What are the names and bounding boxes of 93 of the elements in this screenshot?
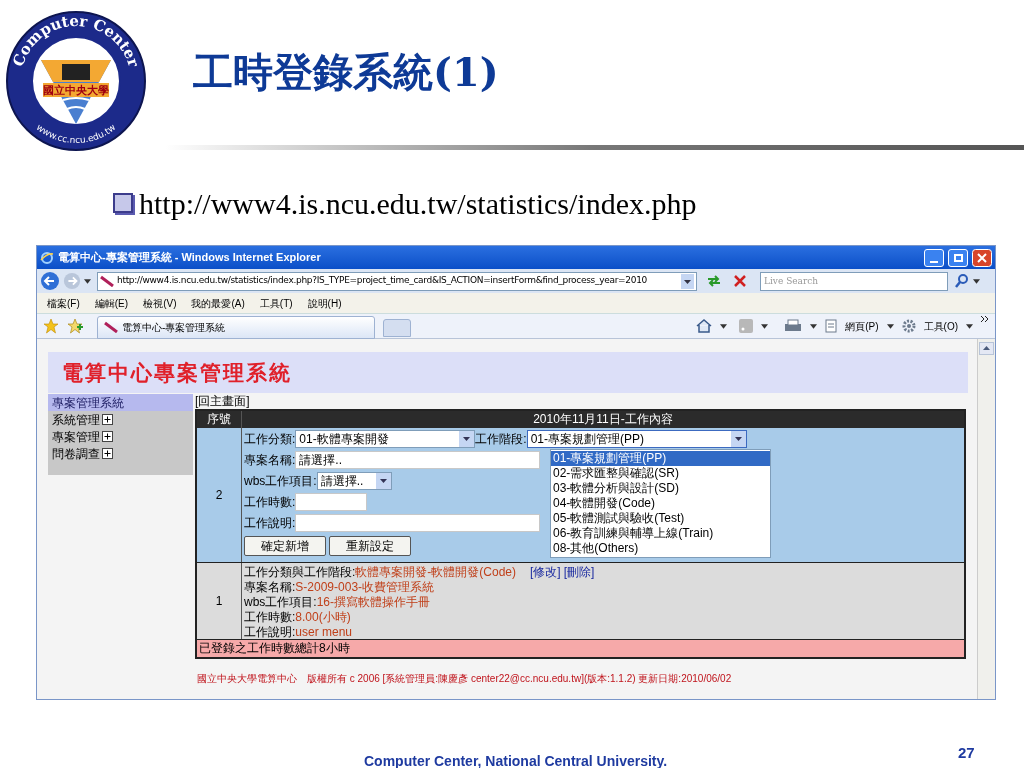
select-field[interactable]: 01-專案規劃管理(PP) (526, 430, 747, 448)
maximize-button[interactable] (948, 248, 968, 267)
menu-item[interactable]: 說明(H) (307, 295, 342, 311)
caret-icon[interactable] (84, 278, 91, 284)
scroll-up-button[interactable] (979, 342, 994, 355)
dropdown-button[interactable] (375, 473, 391, 489)
caret-icon[interactable] (761, 323, 769, 329)
expand-icon[interactable] (102, 414, 113, 425)
menu-item[interactable]: 工具(T) (259, 295, 293, 311)
star-icon[interactable] (43, 318, 59, 334)
expand-icon[interactable] (102, 431, 113, 442)
caret-icon[interactable] (966, 323, 973, 329)
footer-text: Computer Center, National Central University. (364, 752, 668, 768)
dropdown-option[interactable]: 06-教育訓練與輔導上線(Train) (551, 526, 770, 541)
caret-icon[interactable] (886, 323, 894, 329)
search-icon[interactable] (954, 273, 970, 289)
menu-item[interactable]: 編輯(E) (94, 295, 129, 311)
minimize-button[interactable] (924, 248, 944, 267)
address-field[interactable]: http://www4.is.ncu.edu.tw/statistics/index.php?IS_TYPE=project_time_card&IS_ACTION=insertForm&find_process_year=2010 (97, 271, 697, 291)
page-icon (104, 321, 118, 333)
back-button[interactable] (40, 271, 60, 291)
input-field[interactable] (295, 514, 541, 532)
row-number: 2 (215, 487, 223, 504)
url-text: http://www4.is.ncu.edu.tw/statistics/index.php?IS_TYPE=project_time_card&IS_ACTION=insertForm&find_process_year=2010 (117, 274, 648, 288)
record-label: 工作說明: (244, 624, 296, 641)
page-number: 27 (958, 743, 975, 763)
close-button[interactable] (972, 248, 992, 267)
select-field[interactable]: 請選擇.. (316, 472, 392, 490)
record-label: 專案名稱: (244, 578, 296, 596)
printer-icon[interactable] (784, 319, 803, 333)
expand-icon[interactable] (102, 448, 113, 459)
menu-item[interactable]: 我的最愛(A) (191, 295, 245, 311)
logo-text: 國立中央大學 (43, 84, 109, 96)
sidebar-item[interactable]: 專案管理 (48, 428, 193, 445)
record-label: 工作時數: (244, 608, 296, 626)
field-label: 專案名稱: (244, 452, 296, 469)
add-favorite-icon[interactable] (67, 318, 83, 334)
dropdown-option[interactable]: 08-其他(Others) (551, 541, 770, 556)
input-field[interactable] (295, 493, 368, 511)
dropdown-option[interactable]: 05-軟體測試與驗收(Test) (551, 511, 770, 526)
site-title: 電算中心專案管理系統 (62, 359, 292, 386)
sidebar-item[interactable]: 專案管理系統 (48, 394, 193, 411)
page-icon (825, 319, 838, 333)
browser-logo-icon (40, 250, 54, 265)
tab-title: 電算中心-專案管理系統 (122, 320, 226, 335)
row-number: 1 (215, 593, 223, 610)
caret-icon[interactable] (810, 323, 818, 329)
column-header: 2010年11月11日-工作內容 (532, 411, 674, 428)
gear-icon (901, 319, 916, 333)
form-button[interactable]: 重新設定 (329, 536, 411, 556)
record-value: 8.00(小時) (295, 608, 351, 626)
url-text: http://www4.is.ncu.edu.tw/statistics/index.php (139, 185, 697, 222)
chevron-icon[interactable] (981, 316, 989, 322)
page-icon (100, 275, 114, 287)
dropdown-button[interactable] (730, 431, 746, 447)
form-button[interactable]: 確定新增 (244, 536, 326, 556)
caret-icon[interactable] (973, 278, 980, 284)
back-link[interactable]: [回主畫面] (195, 394, 966, 409)
dropdown-option[interactable]: 02-需求匯整與確認(SR) (551, 466, 770, 481)
bullet-icon (113, 193, 133, 213)
select-field[interactable]: 01-軟體專案開發 (295, 430, 476, 448)
home-icon[interactable] (696, 319, 713, 333)
browser-tab[interactable]: 電算中心-專案管理系統 (97, 315, 375, 339)
total-hours-text: 已登錄之工作時數總計8小時 (197, 640, 964, 657)
field-label: wbs工作項目: (244, 473, 317, 490)
field-label: 工作時數: (244, 494, 296, 511)
dropdown-option[interactable]: 04-軟體開發(Code) (551, 496, 770, 511)
input-field[interactable]: 請選擇.. (295, 451, 541, 469)
toolbar-button[interactable]: 網頁(P) (845, 318, 879, 334)
menu-item[interactable]: 檢視(V) (143, 295, 177, 311)
field-label: 工作說明: (244, 515, 296, 532)
dropdown-option[interactable]: 01-專案規劃管理(PP) (551, 451, 770, 466)
action-link[interactable]: [修改] (530, 562, 561, 581)
toolbar-button[interactable]: 工具(O) (923, 318, 958, 334)
action-link[interactable]: [刪除] (563, 562, 595, 581)
field-label: 工作分類: (244, 431, 296, 448)
record-label: 工作分類與工作階段: (244, 563, 356, 581)
window-title: 電算中心-專案管理系統 - Windows Internet Explorer (58, 250, 322, 266)
dropdown-option[interactable]: 03-軟體分析與設計(SD) (551, 481, 770, 496)
stop-icon[interactable] (731, 273, 749, 289)
slide-title: 工時登錄系統(1) (193, 48, 499, 96)
caret-icon[interactable] (720, 323, 728, 329)
record-value: user menu (295, 624, 353, 641)
record-value: 軟體專案開發-軟體開發(Code) (355, 563, 517, 581)
dropdown-button[interactable] (459, 431, 475, 447)
record-value: S-2009-003-收費管理系統 (295, 578, 435, 596)
copyright-text: 國立中央大學電算中心 版權所有 c 2006 [系統管理員:陳慶彥 center22@cc.ncu.edu.tw](版本:1.1.2) 更新日期:2010/06/02 (196, 672, 733, 686)
record-label: wbs工作項目: (244, 593, 317, 611)
field-label: 工作階段: (475, 431, 527, 448)
menu-item[interactable]: 檔案(F) (47, 295, 80, 311)
sidebar-item[interactable]: 問卷調查 (48, 445, 193, 462)
dropdown-button[interactable] (681, 273, 694, 289)
sidebar-item[interactable]: 系統管理 (48, 411, 193, 428)
